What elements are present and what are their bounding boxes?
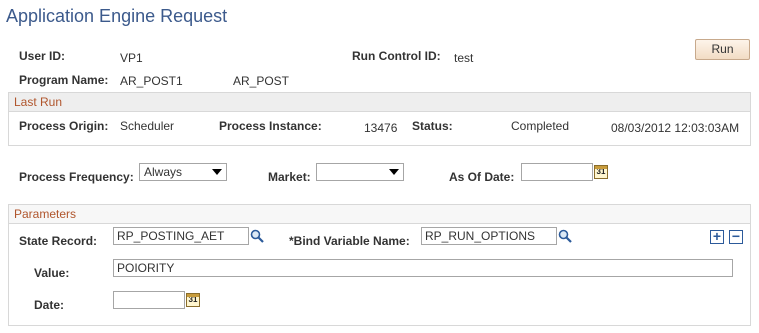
process-frequency-select[interactable]: Always [139,163,227,181]
program-name-label: Program Name: [19,73,109,87]
page-title: Application Engine Request [6,6,228,26]
market-select[interactable] [316,163,404,181]
process-frequency-value: Always [144,165,183,179]
run-control-label: Run Control ID: [352,49,441,63]
status-label: Status: [412,119,453,133]
program-description: AR_POST [233,74,290,88]
process-frequency-label: Process Frequency: [19,170,134,184]
magnifier-icon[interactable] [250,229,264,243]
process-instance-value: 13476 [364,121,398,135]
minus-icon[interactable]: − [729,229,743,244]
run-control-value: test [454,51,474,65]
chevron-down-icon [389,169,399,175]
process-origin-label: Process Origin: [19,119,109,133]
date-label: Date: [34,298,65,312]
chevron-down-icon [212,169,222,175]
process-instance-label: Process Instance: [219,119,322,133]
process-origin-value: Scheduler [120,119,175,133]
as-of-date-input[interactable] [521,163,593,181]
user-id-value: VP1 [120,51,143,65]
bind-variable-label: *Bind Variable Name: [289,234,410,248]
as-of-date-label: As Of Date: [449,170,515,184]
program-name-value: AR_POST1 [120,74,183,88]
run-button[interactable]: Run [695,39,750,60]
state-record-label: State Record: [19,234,98,248]
date-input[interactable] [113,291,185,309]
value-label: Value: [34,266,70,280]
value-input[interactable]: POIORITY [113,259,733,277]
user-id-label: User ID: [19,49,66,63]
market-label: Market: [268,170,311,184]
state-record-input[interactable]: RP_POSTING_AET [113,227,249,245]
last-run-datetime: 08/03/2012 12:03:03AM [611,121,740,135]
parameters-header: Parameters [9,205,750,224]
status-value: Completed [511,119,570,133]
bind-variable-input[interactable]: RP_RUN_OPTIONS [421,227,557,245]
calendar-icon[interactable]: 31 [594,165,608,179]
last-run-header: Last Run [9,93,750,112]
plus-icon[interactable]: + [710,229,724,244]
magnifier-icon[interactable] [558,229,572,243]
calendar-icon[interactable]: 31 [186,293,200,307]
